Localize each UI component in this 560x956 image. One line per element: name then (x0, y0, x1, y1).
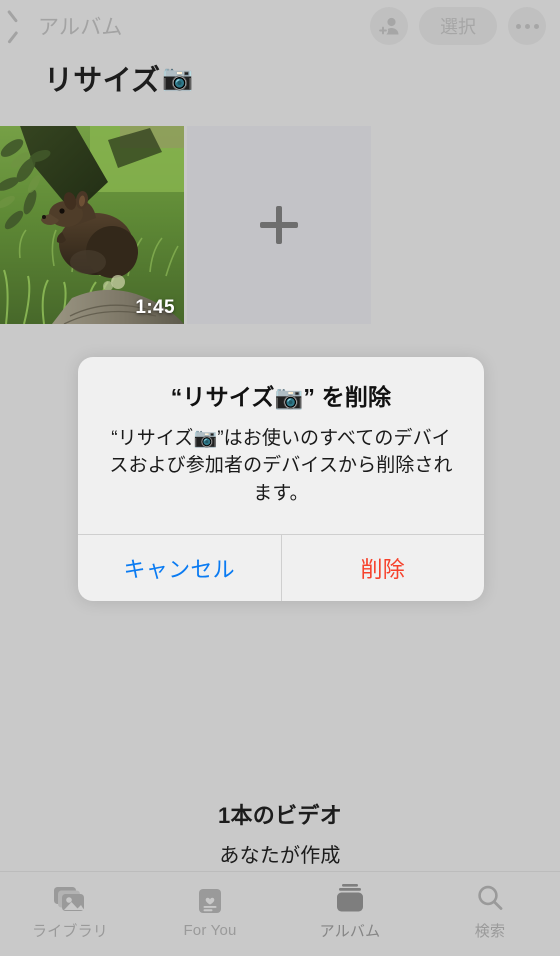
tab-albums[interactable]: アルバム (280, 872, 420, 956)
tab-library[interactable]: ライブラリ (0, 872, 140, 956)
delete-button-label: 削除 (360, 556, 406, 582)
tab-for-you[interactable]: For You (140, 872, 280, 956)
tab-library-label: ライブラリ (31, 923, 108, 940)
cancel-button[interactable]: キャンセル (78, 535, 281, 601)
alert-actions: キャンセル 削除 (78, 533, 485, 601)
select-button-label: 選択 (440, 17, 476, 37)
add-photos-tile[interactable] (187, 126, 371, 324)
album-title: リサイズ 📷 (44, 57, 194, 99)
alert-body: “リサイズ📷” を削除 “リサイズ📷”はお使いのすべてのデバイスおよび参加者のデ… (78, 357, 484, 534)
video-thumbnail[interactable]: 1:45 (0, 126, 184, 324)
video-thumbnail-image (0, 126, 184, 324)
person-add-icon (377, 14, 401, 38)
album-grid: 1:45 (0, 126, 371, 324)
back-button[interactable]: アルバム (14, 11, 123, 41)
alert-title: “リサイズ📷” を削除 (170, 384, 392, 410)
navbar-actions: 選択 (370, 7, 546, 45)
tab-albums-label: アルバム (319, 923, 381, 940)
album-title-text: リサイズ (44, 65, 161, 97)
album-subtitle: あなたが作成 (219, 845, 341, 867)
delete-button[interactable]: 削除 (280, 534, 485, 601)
plus-icon (260, 206, 298, 244)
tab-for-you-label: For You (183, 922, 237, 939)
albums-stack-icon (334, 881, 366, 913)
cancel-button-label: キャンセル (123, 556, 235, 582)
alert-message: “リサイズ📷”はお使いのすべてのデバイスおよび参加者のデバイスから削除されます。 (109, 427, 453, 505)
photos-album-screen: アルバム 選択 リサイズ 📷 1:45 1本のビデオ あなたが作成 ライブラリ … (0, 0, 560, 956)
navigation-bar: アルバム 選択 (0, 0, 560, 52)
more-options-button[interactable] (508, 7, 546, 45)
chevron-left-icon (14, 13, 29, 39)
select-button[interactable]: 選択 (419, 7, 497, 45)
add-people-button[interactable] (370, 7, 408, 45)
photo-stack-icon (53, 881, 87, 913)
ellipsis-icon (515, 23, 539, 29)
delete-album-alert: “リサイズ📷” を削除 “リサイズ📷”はお使いのすべてのデバイスおよび参加者のデ… (78, 357, 484, 601)
album-footer: 1本のビデオ あなたが作成 (0, 798, 560, 868)
for-you-card-icon (196, 883, 224, 915)
video-duration: 1:45 (135, 297, 175, 318)
album-item-count: 1本のビデオ (217, 803, 343, 828)
tab-bar: ライブラリ For You アルバム 検索 (0, 871, 560, 956)
camera-icon: 📷 (162, 63, 194, 92)
tab-search-label: 検索 (474, 923, 506, 940)
back-button-label: アルバム (38, 16, 123, 39)
search-icon (475, 881, 505, 913)
tab-search[interactable]: 検索 (420, 872, 560, 956)
